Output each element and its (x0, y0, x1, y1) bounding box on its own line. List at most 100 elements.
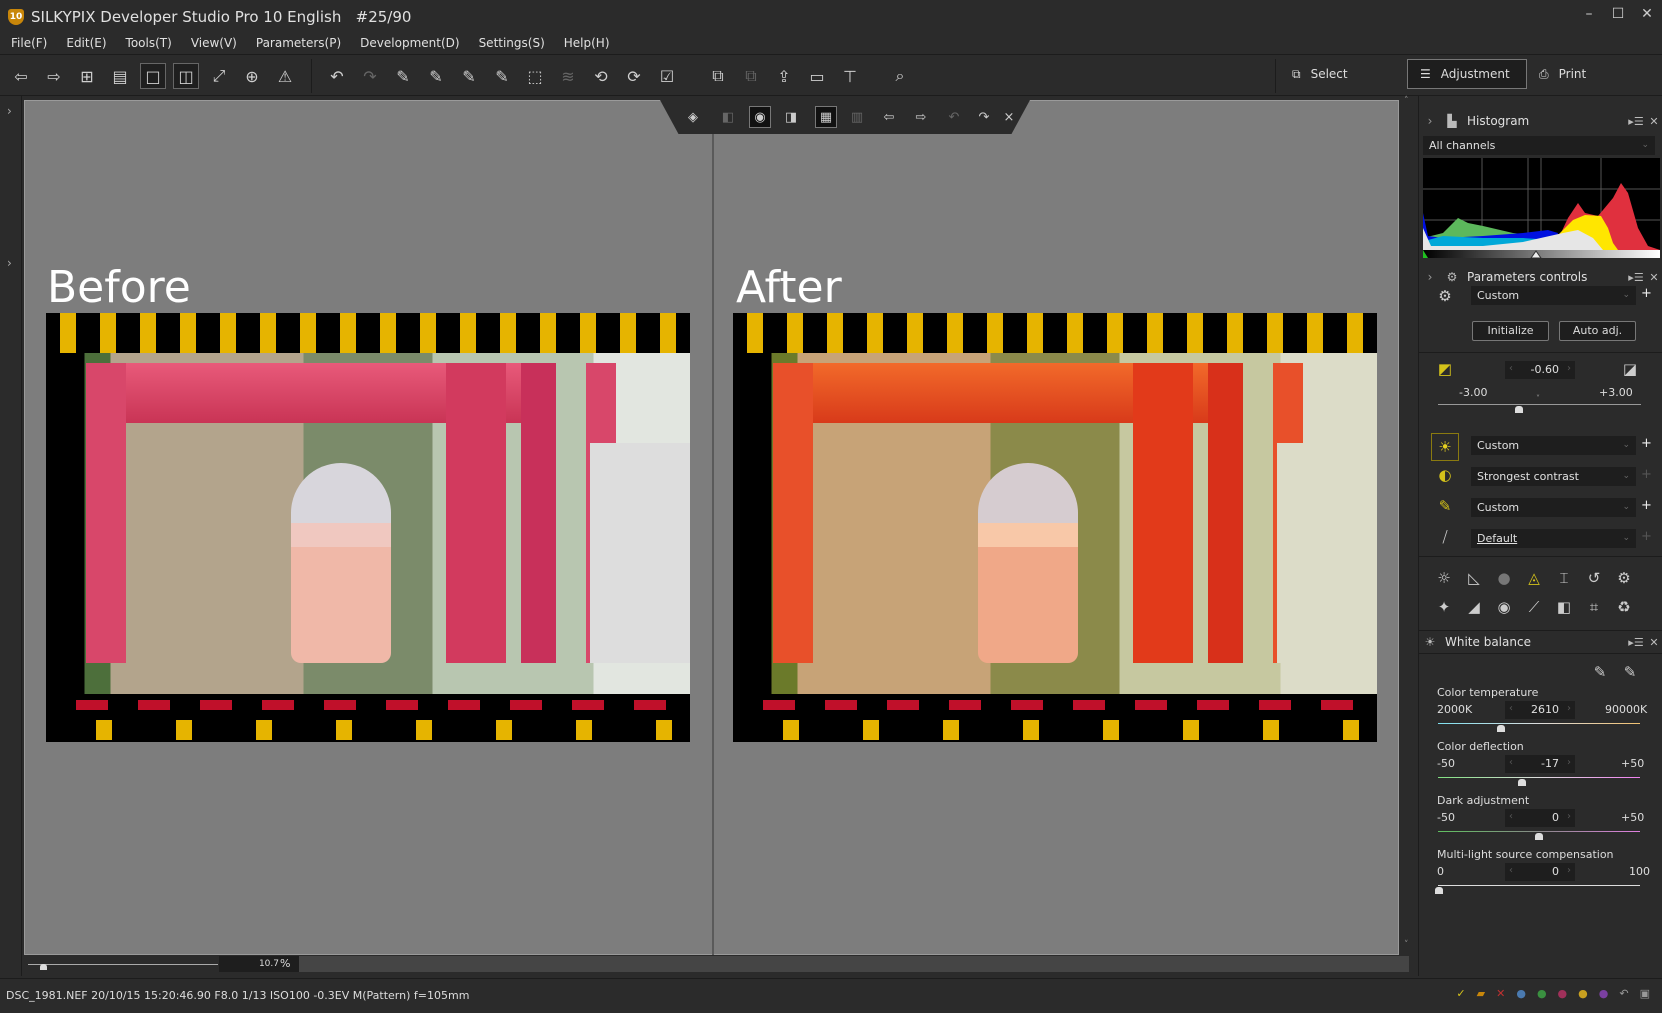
compare-view-icon[interactable]: ◫ (173, 63, 199, 89)
histogram-channel-select[interactable]: All channels ⌄ (1423, 136, 1655, 155)
dark-adjustment-slider[interactable] (1438, 831, 1640, 832)
composite-icon[interactable]: ◧ (1553, 596, 1575, 618)
close-panel-icon[interactable]: ✕ (1645, 271, 1662, 284)
print-mode-button[interactable]: ⎙ Print (1527, 59, 1627, 89)
menu-help[interactable]: Help(H) (553, 34, 618, 54)
expand-left-panel-icon[interactable]: › (7, 256, 12, 270)
menu-file[interactable]: File(F) (0, 34, 55, 54)
multi-light-slider[interactable] (1438, 885, 1640, 886)
gray-eyedropper-icon[interactable]: ✎ (423, 63, 449, 89)
multi-light-input[interactable]: ‹ 0 › (1505, 863, 1575, 881)
menu-view[interactable]: View(V) (180, 34, 245, 54)
rotation-icon[interactable]: ↺ (1583, 567, 1605, 589)
fullscreen-icon[interactable]: ⤢ (206, 63, 232, 89)
skin-eyedropper-icon[interactable]: ✎ (1619, 661, 1641, 683)
layers-icon[interactable]: ≋ (555, 63, 581, 89)
red-label-icon[interactable]: ● (1558, 987, 1568, 1000)
select-mode-button[interactable]: ⧉ Select (1280, 59, 1390, 89)
add-color-preset-icon[interactable]: + (1641, 529, 1652, 544)
histogram-header[interactable]: › ▙ Histogram ▸☰ ✕ (1419, 109, 1662, 133)
exposure-slider-thumb[interactable] (1515, 406, 1524, 413)
transform-icon[interactable]: ⬚ (522, 63, 548, 89)
panel-menu-icon[interactable]: ▸☰ (1627, 636, 1645, 649)
panel-menu-icon[interactable]: ▸☰ (1627, 115, 1645, 128)
recycle-icon[interactable]: ♻ (1613, 596, 1635, 618)
color-temperature-thumb[interactable] (1497, 725, 1505, 732)
white-balance-icon[interactable]: ☀ (1431, 433, 1459, 461)
reject-icon[interactable]: ✕ (1496, 987, 1505, 1000)
color-temperature-slider[interactable] (1438, 723, 1640, 724)
add-wb-preset-icon[interactable]: + (1641, 436, 1652, 451)
lens-correction-icon[interactable]: ◬ (1523, 567, 1545, 589)
close-panel-icon[interactable]: ✕ (1645, 636, 1662, 649)
color-icon[interactable]: ⧸ (1434, 526, 1456, 548)
adjustment-mode-button[interactable]: ☰ Adjustment (1407, 59, 1527, 89)
maximize-button[interactable]: ☐ (1604, 6, 1632, 22)
compare-divider[interactable] (712, 100, 714, 955)
color-deflection-thumb[interactable] (1518, 779, 1526, 786)
add-tone-preset-icon[interactable]: + (1641, 467, 1652, 482)
horizontal-scrollbar[interactable] (299, 956, 1409, 972)
compare-grid-icon[interactable]: ▦ (815, 106, 837, 128)
gray-point-eyedropper-icon[interactable]: ✎ (1589, 661, 1611, 683)
purple-label-icon[interactable]: ● (1599, 987, 1609, 1000)
color-deflection-slider[interactable] (1438, 777, 1640, 778)
exposure-tool-icon[interactable]: ☼ (1433, 567, 1455, 589)
tone-contrast-icon[interactable]: ◐ (1434, 464, 1456, 486)
white-balance-preset-select[interactable]: Custom ⌄ (1471, 436, 1636, 455)
zoom-slider-thumb[interactable] (40, 964, 47, 970)
undo-icon[interactable]: ↶ (324, 63, 350, 89)
lock-icon[interactable]: ▣ (1640, 987, 1650, 1000)
white-balance-header[interactable]: ☀ White balance ▸☰ ✕ (1419, 630, 1662, 654)
gradient-filter-icon[interactable]: ◢ (1463, 596, 1485, 618)
spot-removal-icon[interactable]: ✦ (1433, 596, 1455, 618)
paste-parameters-icon[interactable]: ⧉ (738, 63, 764, 89)
copy-parameters-icon[interactable]: ⧉ (705, 63, 731, 89)
blue-label-icon[interactable]: ● (1516, 987, 1526, 1000)
previous-image-icon[interactable]: ⇦ (8, 63, 34, 89)
folder-icon[interactable]: ▰ (1477, 987, 1485, 1000)
add-sharpness-preset-icon[interactable]: + (1641, 498, 1652, 513)
filmstrip-view-icon[interactable]: ▤ (107, 63, 133, 89)
undo-view-icon[interactable]: ↶ (943, 106, 965, 128)
sharpness-icon[interactable]: ✎ (1434, 495, 1456, 517)
swap-view-icon[interactable]: ◈ (682, 106, 704, 128)
viewer-vertical-scrollbar[interactable]: ˄ ˅ (1400, 96, 1416, 956)
minimize-button[interactable]: – (1575, 6, 1603, 22)
menu-parameters[interactable]: Parameters(P) (245, 34, 349, 54)
menu-tools[interactable]: Tools(T) (115, 34, 180, 54)
dark-adjustment-thumb[interactable] (1535, 833, 1543, 840)
color-deflection-input[interactable]: ‹ -17 › (1505, 755, 1575, 773)
exposure-eyedropper-icon[interactable]: ◪ (1619, 358, 1641, 380)
noise-reduction-icon[interactable]: ● (1493, 567, 1515, 589)
tone-select[interactable]: Strongest contrast ⌄ (1471, 467, 1636, 486)
close-button[interactable]: ✕ (1633, 6, 1661, 22)
initialize-button[interactable]: Initialize (1472, 321, 1549, 341)
film-eyedropper-icon[interactable]: ✎ (489, 63, 515, 89)
contrast-eyedropper-icon[interactable]: ✎ (456, 63, 482, 89)
redo-view-icon[interactable]: ↷ (973, 106, 995, 128)
color-select[interactable]: Default ⌄ (1471, 529, 1636, 548)
tone-curve-icon[interactable]: ◺ (1463, 567, 1485, 589)
side-by-side-icon[interactable]: ◉ (749, 106, 771, 128)
yellow-label-icon[interactable]: ● (1578, 987, 1588, 1000)
previous-icon[interactable]: ⇦ (878, 106, 900, 128)
dark-adjustment-input[interactable]: ‹ 0 › (1505, 809, 1575, 827)
next-image-icon[interactable]: ⇨ (41, 63, 67, 89)
panel-menu-icon[interactable]: ▸☰ (1627, 271, 1645, 284)
mark-icon[interactable]: ☑ (654, 63, 680, 89)
menu-settings[interactable]: Settings(S) (468, 34, 553, 54)
green-label-icon[interactable]: ● (1537, 987, 1547, 1000)
red-eye-icon[interactable]: ◉ (1493, 596, 1515, 618)
next-icon[interactable]: ⇨ (910, 106, 932, 128)
expand-left-panel-icon[interactable]: › (7, 104, 12, 118)
auto-adjust-button[interactable]: Auto adj. (1559, 321, 1636, 341)
exposure-slider[interactable] (1438, 404, 1641, 405)
add-preset-icon[interactable]: + (1641, 286, 1652, 301)
sharpness-select[interactable]: Custom ⌄ (1471, 498, 1636, 517)
compare-alt-icon[interactable]: ▥ (846, 106, 868, 128)
single-view-icon[interactable]: □ (140, 63, 166, 89)
thumbnail-grid-icon[interactable]: ⊞ (74, 63, 100, 89)
grid-overlay-icon[interactable]: ⊕ (239, 63, 265, 89)
menu-edit[interactable]: Edit(E) (55, 34, 114, 54)
